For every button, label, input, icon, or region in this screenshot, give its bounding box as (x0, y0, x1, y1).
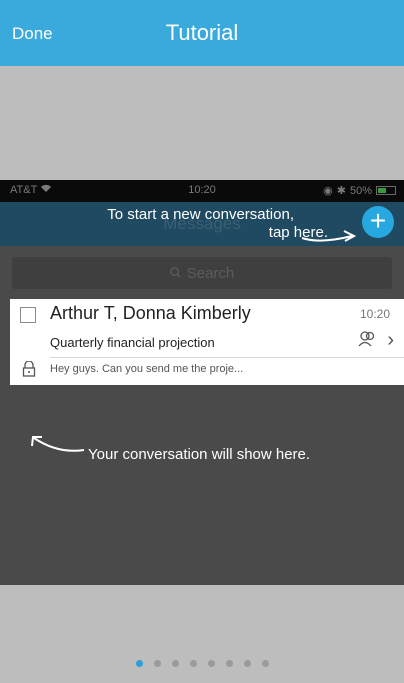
page-dot[interactable] (153, 660, 161, 667)
conversation-participants: Arthur T, Donna Kimberly (50, 303, 251, 323)
hint-line1: To start a new conversation, (107, 206, 294, 223)
chevron-right-icon[interactable]: › (387, 329, 394, 352)
conversation-time: 10:20 (359, 307, 390, 321)
conversation-preview: Hey guys. Can you send me the proje... (50, 363, 244, 375)
alarm-icon: ◉ (323, 185, 333, 197)
status-bar: AT&T 10:20 ◉ ✱ 50% (0, 180, 404, 202)
page-dot[interactable] (171, 660, 179, 667)
hint-arrow-icon (301, 230, 357, 242)
conversation-hint: Your conversation will show here. (88, 446, 311, 463)
page-title: Tutorial (165, 20, 239, 45)
lock-icon (22, 361, 36, 377)
page-dot[interactable] (189, 660, 197, 667)
page-dot[interactable] (135, 660, 143, 667)
page-dot[interactable] (261, 660, 269, 667)
row-divider (50, 357, 404, 358)
hint-line2: tap here. (268, 224, 328, 241)
conversation-row[interactable]: Arthur T, Donna Kimberly 10:20 Quarterly… (10, 299, 404, 385)
conversation-subject: Quarterly financial projection (50, 335, 215, 350)
page-dot[interactable] (243, 660, 251, 667)
battery-icon (376, 186, 396, 195)
status-right: ◉ ✱ 50% (323, 184, 396, 197)
page-dot[interactable] (207, 660, 215, 667)
bluetooth-icon: ✱ (336, 185, 346, 197)
group-icon (358, 331, 375, 347)
tutorial-screenshot: AT&T 10:20 ◉ ✱ 50% Messages To start a n… (0, 180, 404, 585)
new-conversation-hint: To start a new conversation, tap here. (107, 206, 328, 242)
battery-percent: 50% (349, 184, 372, 197)
new-conversation-button[interactable]: + (362, 206, 394, 238)
select-checkbox[interactable] (20, 307, 36, 323)
conversation-hint-arrow-icon (31, 436, 85, 452)
search-placeholder: Search (186, 264, 235, 282)
search-icon (169, 265, 181, 282)
page-dot[interactable] (225, 660, 233, 667)
search-input[interactable]: Search (12, 257, 392, 289)
messages-navbar: Messages To start a new conversation, ta… (0, 202, 404, 246)
tutorial-header: Done Tutorial (0, 0, 404, 66)
page-indicator (0, 660, 404, 667)
